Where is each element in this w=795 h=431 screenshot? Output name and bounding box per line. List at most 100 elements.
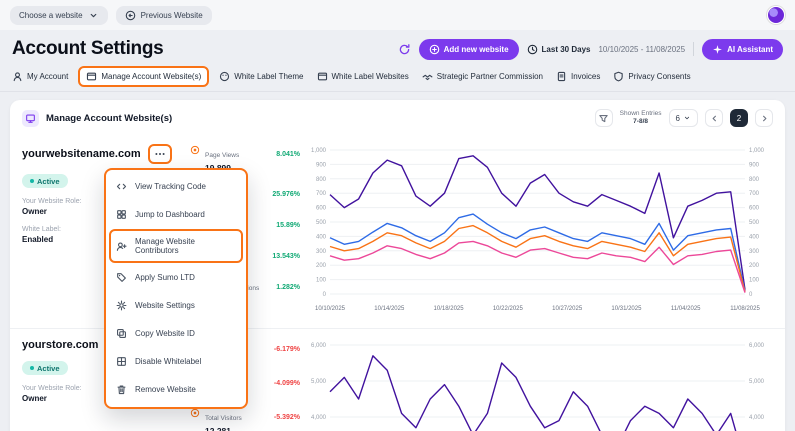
svg-text:10/10/2025: 10/10/2025 — [315, 306, 346, 312]
site-chart: 0010010020020030030040040050050060060070… — [300, 140, 773, 328]
previous-website-label: Previous Website — [141, 11, 203, 20]
dots-icon — [154, 148, 166, 160]
menu-item-apply-sumo-ltd[interactable]: Apply Sumo LTD — [109, 264, 243, 291]
site-domain: yourwebsitename.com — [22, 148, 141, 160]
status-badge: Active — [22, 361, 68, 375]
panel-header: Manage Account Website(s) Shown Entries … — [10, 100, 785, 134]
tab-label: Privacy Consents — [628, 72, 690, 81]
topbar: Choose a website Previous Website — [0, 0, 795, 30]
tab-manage-account-websites[interactable]: Manage Account Website(s) — [78, 66, 209, 87]
site-actions-menu-button[interactable] — [148, 144, 172, 164]
menu-item-remove-website[interactable]: Remove Website — [109, 376, 243, 403]
menu-item-label: View Tracking Code — [135, 182, 206, 191]
prev-page-button[interactable] — [705, 109, 723, 127]
menu-item-label: Disable Whitelabel — [135, 357, 201, 366]
per-page-value: 6 — [676, 114, 680, 123]
svg-text:400: 400 — [749, 234, 760, 240]
stat-icon — [190, 145, 200, 155]
tab-invoices[interactable]: Invoices — [556, 71, 600, 82]
browser-icon — [317, 71, 328, 82]
website-selector[interactable]: Choose a website — [10, 6, 108, 25]
shield-icon — [613, 71, 624, 82]
tab-white-label-websites[interactable]: White Label Websites — [317, 71, 409, 82]
add-website-button[interactable]: Add new website — [419, 39, 519, 60]
page-title: Account Settings — [12, 38, 163, 60]
sparkle-icon — [712, 44, 723, 55]
panel-title: Manage Account Website(s) — [46, 113, 172, 124]
user-icon — [12, 71, 23, 82]
svg-text:800: 800 — [749, 177, 760, 183]
tab-label: Manage Account Website(s) — [101, 72, 201, 81]
refresh-button[interactable] — [398, 43, 411, 56]
website-selector-label: Choose a website — [19, 11, 83, 20]
menu-item-view-tracking-code[interactable]: View Tracking Code — [109, 173, 243, 200]
date-preset-button[interactable]: Last 30 Days — [527, 44, 591, 55]
svg-text:800: 800 — [316, 177, 327, 183]
svg-text:300: 300 — [316, 249, 327, 255]
menu-item-label: Apply Sumo LTD — [135, 273, 195, 282]
copy-icon — [116, 328, 127, 339]
menu-item-label: Jump to Dashboard — [135, 210, 205, 219]
menu-item-manage-website-contributors[interactable]: Manage Website Contributors — [109, 229, 243, 263]
tab-my-account[interactable]: My Account — [12, 71, 68, 82]
websites-panel-icon — [22, 110, 39, 127]
current-page-button[interactable]: 2 — [730, 109, 748, 127]
stat-delta: -6.179% — [274, 346, 300, 353]
traffic-line-chart: 2,0002,0003,0003,0004,0004,0005,0005,000… — [300, 337, 775, 431]
svg-text:200: 200 — [749, 263, 760, 269]
svg-text:5,000: 5,000 — [311, 379, 327, 385]
previous-website-button[interactable]: Previous Website — [116, 6, 212, 25]
menu-item-website-settings[interactable]: Website Settings — [109, 292, 243, 319]
shown-entries-label: Shown Entries — [620, 110, 662, 118]
filter-icon — [598, 113, 609, 124]
svg-text:1,000: 1,000 — [749, 148, 765, 154]
svg-text:500: 500 — [316, 220, 327, 226]
svg-text:10/18/2025: 10/18/2025 — [434, 306, 465, 312]
svg-text:1,000: 1,000 — [311, 148, 327, 154]
browser-icon — [86, 71, 97, 82]
svg-text:700: 700 — [316, 191, 327, 197]
svg-text:600: 600 — [316, 206, 327, 212]
panel-tools: Shown Entries 7-8/8 6 2 — [595, 109, 773, 127]
svg-text:300: 300 — [749, 249, 760, 255]
status-dot-icon — [30, 366, 34, 370]
svg-text:200: 200 — [316, 263, 327, 269]
svg-text:10/27/2025: 10/27/2025 — [552, 306, 583, 312]
svg-text:10/14/2025: 10/14/2025 — [374, 306, 405, 312]
shown-entries: Shown Entries 7-8/8 — [620, 110, 662, 126]
back-arrow-icon — [125, 10, 136, 21]
tab-privacy-consents[interactable]: Privacy Consents — [613, 71, 690, 82]
ai-assistant-button[interactable]: AI Assistant — [702, 39, 783, 60]
svg-text:700: 700 — [749, 191, 760, 197]
tab-strategic-partner-commission[interactable]: Strategic Partner Commission — [422, 71, 543, 82]
svg-text:0: 0 — [323, 292, 327, 298]
plus-icon — [429, 44, 440, 55]
grid-icon — [116, 356, 127, 367]
filter-button[interactable] — [595, 109, 613, 127]
shown-entries-value: 7-8/8 — [633, 118, 648, 125]
header-actions: Add new website Last 30 Days 10/10/2025 … — [398, 39, 783, 60]
tab-white-label-theme[interactable]: White Label Theme — [219, 71, 303, 82]
tab-label: Invoices — [571, 72, 600, 81]
palette-icon — [219, 71, 230, 82]
status-dot-icon — [30, 179, 34, 183]
menu-item-jump-to-dashboard[interactable]: Jump to Dashboard — [109, 201, 243, 228]
site-actions-menu: View Tracking Code Jump to Dashboard Man… — [104, 168, 248, 409]
stat-delta: 15.89% — [276, 222, 300, 229]
site-chart: 2,0002,0003,0003,0004,0004,0005,0005,000… — [300, 335, 773, 431]
svg-text:11/08/2025: 11/08/2025 — [730, 306, 760, 312]
menu-item-copy-website-id[interactable]: Copy Website ID — [109, 320, 243, 347]
menu-item-disable-whitelabel[interactable]: Disable Whitelabel — [109, 348, 243, 375]
svg-text:500: 500 — [749, 220, 760, 226]
user-plus-icon — [116, 241, 127, 252]
stat-delta: 1.282% — [276, 284, 300, 291]
code-icon — [116, 181, 127, 192]
avatar[interactable] — [767, 6, 785, 24]
chevron-right-icon — [759, 113, 770, 124]
per-page-select[interactable]: 6 — [669, 109, 698, 127]
date-preset-label: Last 30 Days — [542, 45, 591, 54]
next-page-button[interactable] — [755, 109, 773, 127]
date-range[interactable]: 10/10/2025 - 11/08/2025 — [598, 45, 685, 54]
menu-item-label: Manage Website Contributors — [135, 237, 236, 255]
chevron-down-icon — [88, 10, 99, 21]
